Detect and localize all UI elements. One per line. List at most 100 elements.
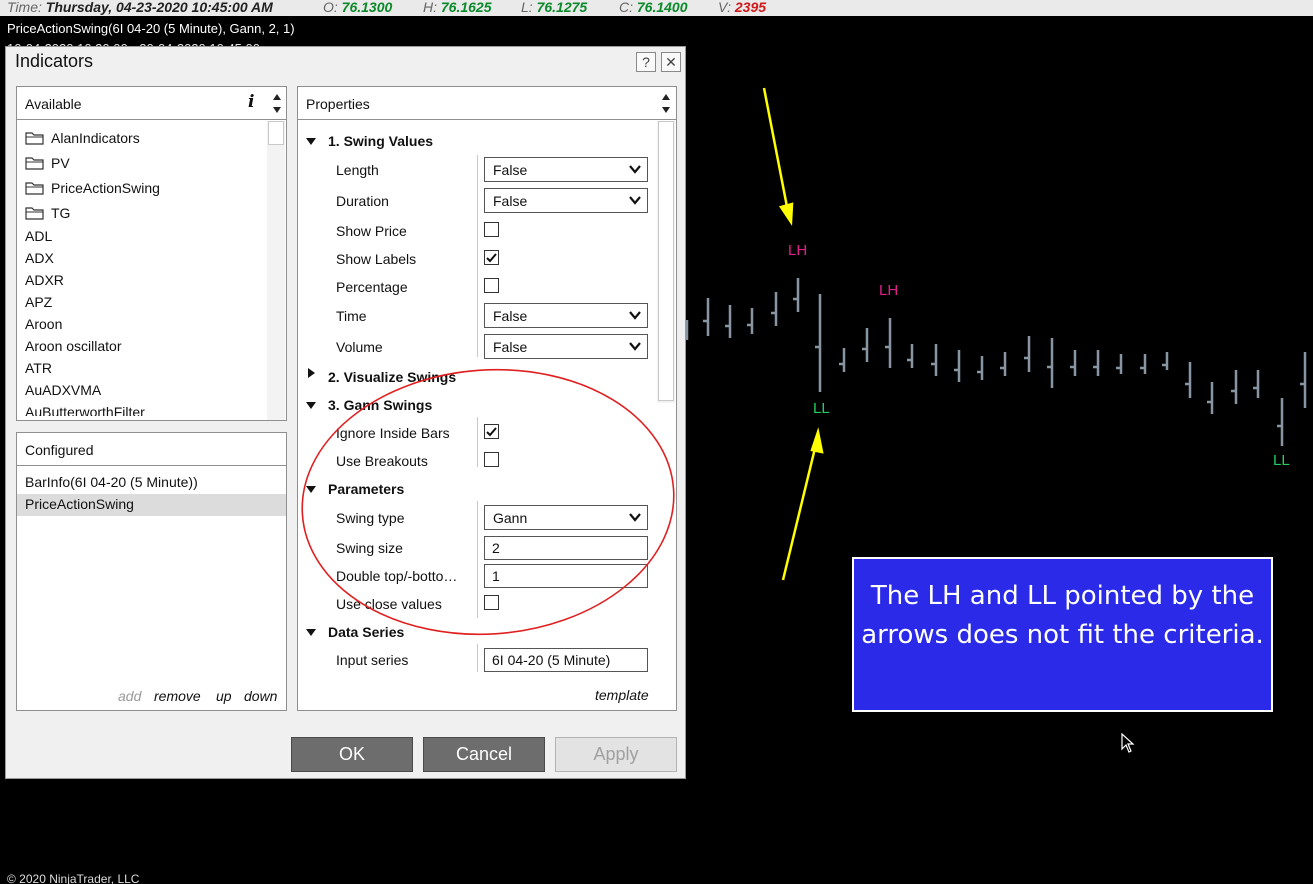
show-price-checkbox[interactable] (484, 222, 499, 237)
up-link[interactable]: up (216, 688, 232, 704)
available-indicator[interactable]: APZ (25, 294, 52, 310)
property-divider (477, 501, 478, 618)
available-indicator[interactable]: AuButterworthFilter (25, 404, 145, 416)
configured-item[interactable]: BarInfo(6I 04-20 (5 Minute)) (17, 472, 286, 494)
available-indicator[interactable]: ADL (25, 228, 52, 244)
available-indicator[interactable]: ADXR (25, 272, 64, 288)
available-folder[interactable]: TG (25, 205, 70, 221)
volume-label: Volume (336, 339, 383, 355)
use-breakouts-checkbox[interactable] (484, 452, 499, 467)
chevron-down-icon (629, 311, 641, 320)
ok-button[interactable]: OK (291, 737, 413, 772)
length-select[interactable]: False (484, 157, 648, 182)
show-labels-label: Show Labels (336, 251, 417, 267)
show-price-label: Show Price (336, 223, 407, 239)
folder-icon (25, 207, 44, 220)
property-divider (477, 155, 478, 357)
section-gann-swings[interactable]: 3. Gann Swings (328, 397, 432, 413)
add-link[interactable]: add (118, 688, 141, 704)
configured-title: Configured (25, 442, 94, 458)
folder-icon (25, 182, 44, 195)
close-button[interactable]: ✕ (661, 52, 681, 72)
apply-button[interactable]: Apply (555, 737, 677, 772)
properties-scrollbar[interactable] (657, 121, 675, 403)
section-swing-values[interactable]: 1. Swing Values (328, 133, 433, 149)
duration-select[interactable]: False (484, 188, 648, 213)
available-header: Available i (17, 87, 286, 120)
cancel-button[interactable]: Cancel (423, 737, 545, 772)
scroll-thumb[interactable] (268, 121, 284, 145)
swing-size-input[interactable]: 2 (484, 536, 648, 560)
folder-icon (25, 157, 44, 170)
available-folder[interactable]: AlanIndicators (25, 130, 140, 146)
chevron-down-icon (629, 513, 641, 522)
sort-arrows-icon[interactable] (661, 92, 671, 114)
section-visualize-swings[interactable]: 2. Visualize Swings (328, 369, 456, 385)
collapse-icon[interactable] (306, 138, 316, 145)
template-link[interactable]: template (595, 687, 649, 703)
chevron-down-icon (629, 196, 641, 205)
section-data-series[interactable]: Data Series (328, 624, 404, 640)
available-scrollbar[interactable] (267, 121, 285, 420)
annotation-note: The LH and LL pointed by the arrows does… (852, 557, 1273, 712)
dialog-title: Indicators (15, 51, 94, 71)
arrow-down-to-lh (762, 87, 790, 213)
swing-type-select[interactable]: Gann (484, 505, 648, 530)
collapse-icon[interactable] (306, 629, 316, 636)
section-parameters[interactable]: Parameters (328, 481, 404, 497)
swing-label-ll: LL (1273, 452, 1290, 469)
time-label: Time (336, 308, 367, 324)
available-folder[interactable]: PV (25, 155, 70, 171)
volume-select[interactable]: False (484, 334, 648, 359)
property-divider (477, 644, 478, 672)
length-label: Length (336, 162, 379, 178)
chevron-down-icon (629, 165, 641, 174)
available-title: Available (25, 96, 82, 112)
available-indicator[interactable]: AuADXVMA (25, 382, 101, 398)
available-folder[interactable]: PriceActionSwing (25, 180, 160, 196)
time-select[interactable]: False (484, 303, 648, 328)
show-labels-checkbox[interactable] (484, 250, 499, 265)
sort-arrows-icon[interactable] (272, 92, 282, 114)
check-icon (486, 427, 497, 437)
indicators-dialog: Indicators ? ✕ Available i AlanIndicator… (5, 46, 686, 779)
collapse-icon[interactable] (306, 486, 316, 493)
mouse-cursor-icon (1121, 733, 1135, 753)
available-indicator[interactable]: ATR (25, 360, 52, 376)
configured-item-selected[interactable]: PriceActionSwing (17, 494, 286, 516)
ignore-inside-bars-label: Ignore Inside Bars (336, 425, 450, 441)
swing-label-ll: LL (813, 400, 830, 417)
arrow-up-to-ll (781, 443, 818, 581)
expand-icon[interactable] (308, 368, 315, 378)
duration-label: Duration (336, 193, 389, 209)
available-indicator[interactable]: Aroon (25, 316, 62, 332)
copyright-text: © 2020 NinjaTrader, LLC (7, 872, 140, 884)
down-link[interactable]: down (244, 688, 277, 704)
double-top-input[interactable]: 1 (484, 564, 648, 588)
percentage-checkbox[interactable] (484, 278, 499, 293)
swing-size-label: Swing size (336, 540, 403, 556)
swing-label-lh: LH (788, 242, 808, 259)
input-series-label: Input series (336, 652, 409, 668)
ignore-inside-bars-checkbox[interactable] (484, 424, 499, 439)
help-button[interactable]: ? (636, 52, 656, 72)
available-panel: Available i AlanIndicators PV PriceActionS… (16, 86, 287, 421)
remove-link[interactable]: remove (154, 688, 201, 704)
check-icon (486, 253, 497, 263)
scroll-thumb[interactable] (658, 121, 674, 401)
available-indicator[interactable]: ADX (25, 250, 54, 266)
swing-type-label: Swing type (336, 510, 405, 526)
available-list: AlanIndicators PV PriceActionSwing TG ADL ADX… (17, 121, 265, 416)
properties-panel: Properties 1. Swing Values Length False … (297, 86, 677, 711)
use-breakouts-label: Use Breakouts (336, 453, 428, 469)
chevron-down-icon (629, 342, 641, 351)
available-indicator[interactable]: Aroon oscillator (25, 338, 122, 354)
use-close-values-checkbox[interactable] (484, 595, 499, 610)
input-series-input[interactable]: 6I 04-20 (5 Minute) (484, 648, 648, 672)
collapse-icon[interactable] (306, 402, 316, 409)
use-close-values-label: Use close values (336, 596, 442, 612)
configured-header: Configured (17, 433, 286, 466)
arrow-head-icon (810, 427, 824, 454)
property-divider (477, 417, 478, 467)
info-icon[interactable]: i (248, 92, 254, 112)
